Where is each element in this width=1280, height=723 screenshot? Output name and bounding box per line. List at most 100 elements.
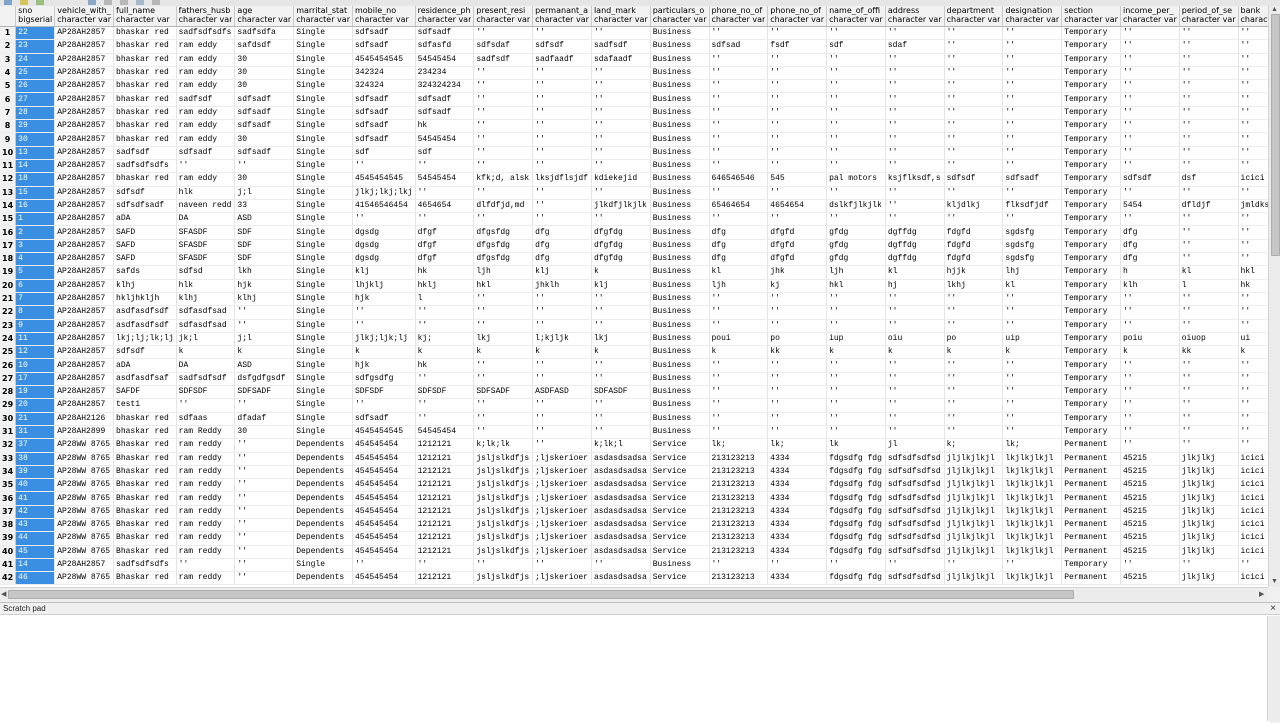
- cell-phone-no-of[interactable]: '': [767, 412, 828, 426]
- cell-full-name[interactable]: lkj;lj;lk;lj: [113, 332, 177, 347]
- cell-sno[interactable]: 40: [15, 478, 56, 493]
- table-row[interactable]: 27 17 AP28AH2857 asdfasdfsaf sadfsdfsdf dsfgd…: [0, 372, 1268, 387]
- cell-land-mark[interactable]: '': [591, 26, 651, 41]
- cell-designation[interactable]: sgdsfg: [1002, 252, 1063, 267]
- cell-sno[interactable]: 4: [15, 252, 56, 267]
- scroll-up-arrow-icon[interactable]: ▲: [1271, 6, 1278, 13]
- cell-bank[interactable]: hkl: [1238, 265, 1268, 280]
- cell-full-name[interactable]: bhaskar red: [113, 172, 177, 187]
- cell-bank[interactable]: '': [1238, 26, 1268, 41]
- cell-mobile-no[interactable]: hjk: [352, 358, 416, 373]
- cell-phone-no-of[interactable]: '': [767, 558, 828, 573]
- cell-age[interactable]: SDFSADF: [234, 385, 295, 400]
- cell-full-name[interactable]: Bhaskar red: [113, 478, 177, 493]
- cell-name-of-offi[interactable]: '': [826, 186, 886, 200]
- cell-income-per[interactable]: '': [1120, 39, 1180, 54]
- cell-department[interactable]: '': [944, 358, 1004, 373]
- cell-department[interactable]: k: [944, 345, 1004, 360]
- cell-designation[interactable]: '': [1002, 119, 1063, 134]
- column-header[interactable]: sno bigserial: [15, 6, 56, 27]
- cell-address[interactable]: hj: [885, 279, 945, 293]
- cell-residence-ph[interactable]: 1212121: [415, 452, 475, 466]
- cell-name-of-offi[interactable]: '': [826, 132, 886, 147]
- cell-residence-ph[interactable]: '': [415, 412, 475, 426]
- cell-name-of-offi[interactable]: iup: [826, 332, 886, 347]
- cell-particulars-o[interactable]: Business: [650, 265, 710, 280]
- cell-vehicle-with[interactable]: AP28AH2126: [54, 412, 115, 426]
- cell-age[interactable]: '': [234, 159, 295, 174]
- cell-department[interactable]: '': [944, 132, 1004, 147]
- cell-residence-ph[interactable]: l: [415, 292, 475, 307]
- cell-land-mark[interactable]: dfgfdg: [591, 239, 651, 254]
- cell-particulars-o[interactable]: Business: [650, 319, 710, 333]
- cell-fathers-husb[interactable]: hlk: [176, 279, 236, 293]
- cell-bank[interactable]: icici: [1238, 571, 1268, 586]
- cell-permanant-a[interactable]: sadfaadf: [532, 53, 592, 67]
- row-number[interactable]: 19: [0, 265, 17, 280]
- table-row[interactable]: 40 45 AP28WW 8765 Bhaskar red ram reddy '' Dep…: [0, 545, 1268, 559]
- cell-mobile-no[interactable]: sdfsadf: [352, 119, 416, 134]
- cell-income-per[interactable]: 45215: [1120, 478, 1180, 493]
- cell-bank[interactable]: '': [1238, 146, 1268, 160]
- cell-address[interactable]: '': [885, 305, 945, 320]
- cell-department[interactable]: '': [944, 398, 1004, 413]
- column-header[interactable]: full_name character var: [113, 6, 177, 27]
- cell-vehicle-with[interactable]: AP28AH2857: [54, 132, 115, 147]
- cell-section[interactable]: Temporary: [1061, 119, 1121, 134]
- cell-particulars-o[interactable]: Business: [650, 225, 710, 240]
- cell-sno[interactable]: 41: [15, 491, 56, 506]
- cell-income-per[interactable]: '': [1120, 292, 1180, 307]
- cell-permanant-a[interactable]: '': [532, 92, 592, 107]
- cell-land-mark[interactable]: kdiekejid: [591, 172, 651, 187]
- cell-bank[interactable]: '': [1238, 372, 1268, 387]
- cell-department[interactable]: jljlkjlkjl: [944, 478, 1004, 493]
- cell-bank[interactable]: '': [1238, 385, 1268, 400]
- cell-age[interactable]: 30: [234, 53, 295, 67]
- cell-full-name[interactable]: Bhaskar red: [113, 505, 177, 519]
- cell-phone-no-of[interactable]: 213123213: [709, 531, 769, 546]
- cell-section[interactable]: Permanent: [1061, 491, 1121, 506]
- cell-mobile-no[interactable]: '': [352, 319, 416, 333]
- cell-designation[interactable]: lhj: [1002, 265, 1063, 280]
- cell-present-resi[interactable]: '': [473, 305, 534, 320]
- scroll-down-arrow-icon[interactable]: ▼: [1271, 578, 1278, 585]
- cell-phone-no-of[interactable]: '': [767, 186, 828, 200]
- cell-phone-no-of[interactable]: dfgfd: [767, 252, 828, 267]
- cell-sno[interactable]: 26: [15, 79, 56, 94]
- cell-name-of-offi[interactable]: '': [826, 53, 886, 67]
- cell-name-of-offi[interactable]: gfdg: [826, 239, 886, 254]
- cell-department[interactable]: '': [944, 186, 1004, 200]
- cell-full-name[interactable]: safds: [113, 265, 177, 280]
- table-row[interactable]: 30 21 AP28AH2126 bhaskar red sdfaas dfadaf Sin…: [0, 412, 1268, 426]
- cell-age[interactable]: j;l: [234, 186, 295, 200]
- cell-present-resi[interactable]: '': [473, 92, 534, 107]
- cell-land-mark[interactable]: '': [591, 372, 651, 387]
- cell-permanant-a[interactable]: '': [532, 305, 592, 320]
- cell-particulars-o[interactable]: Business: [650, 146, 710, 160]
- cell-designation[interactable]: lk;: [1002, 438, 1063, 453]
- cell-full-name[interactable]: sadfsdfsdfs: [113, 558, 177, 573]
- cell-land-mark[interactable]: dfgfdg: [591, 225, 651, 240]
- cell-name-of-offi[interactable]: '': [826, 159, 886, 174]
- cell-address[interactable]: '': [885, 92, 945, 107]
- column-header[interactable]: fathers_husb character var: [176, 6, 236, 27]
- cell-residence-ph[interactable]: dfgf: [415, 225, 475, 240]
- cell-present-resi[interactable]: jsljslkdfjs: [473, 452, 534, 466]
- cell-sno[interactable]: 13: [15, 146, 56, 160]
- cell-income-per[interactable]: '': [1120, 358, 1180, 373]
- cell-permanant-a[interactable]: ;ljskerioer: [532, 491, 592, 506]
- cell-bank[interactable]: '': [1238, 558, 1268, 573]
- cell-address[interactable]: sdfsdfsdfsd: [885, 571, 945, 586]
- cell-department[interactable]: '': [944, 159, 1004, 174]
- row-number[interactable]: 35: [0, 478, 17, 493]
- cell-section[interactable]: Temporary: [1061, 319, 1121, 333]
- cell-address[interactable]: '': [885, 53, 945, 67]
- cell-permanant-a[interactable]: klj: [532, 265, 592, 280]
- cell-income-per[interactable]: '': [1120, 212, 1180, 227]
- cell-name-of-offi[interactable]: '': [826, 412, 886, 426]
- cell-sno[interactable]: 23: [15, 39, 56, 54]
- cell-phone-no-of[interactable]: '': [767, 106, 828, 121]
- cell-fathers-husb[interactable]: ram reddy: [176, 465, 236, 480]
- cell-address[interactable]: '': [885, 106, 945, 121]
- cell-income-per[interactable]: '': [1120, 119, 1180, 134]
